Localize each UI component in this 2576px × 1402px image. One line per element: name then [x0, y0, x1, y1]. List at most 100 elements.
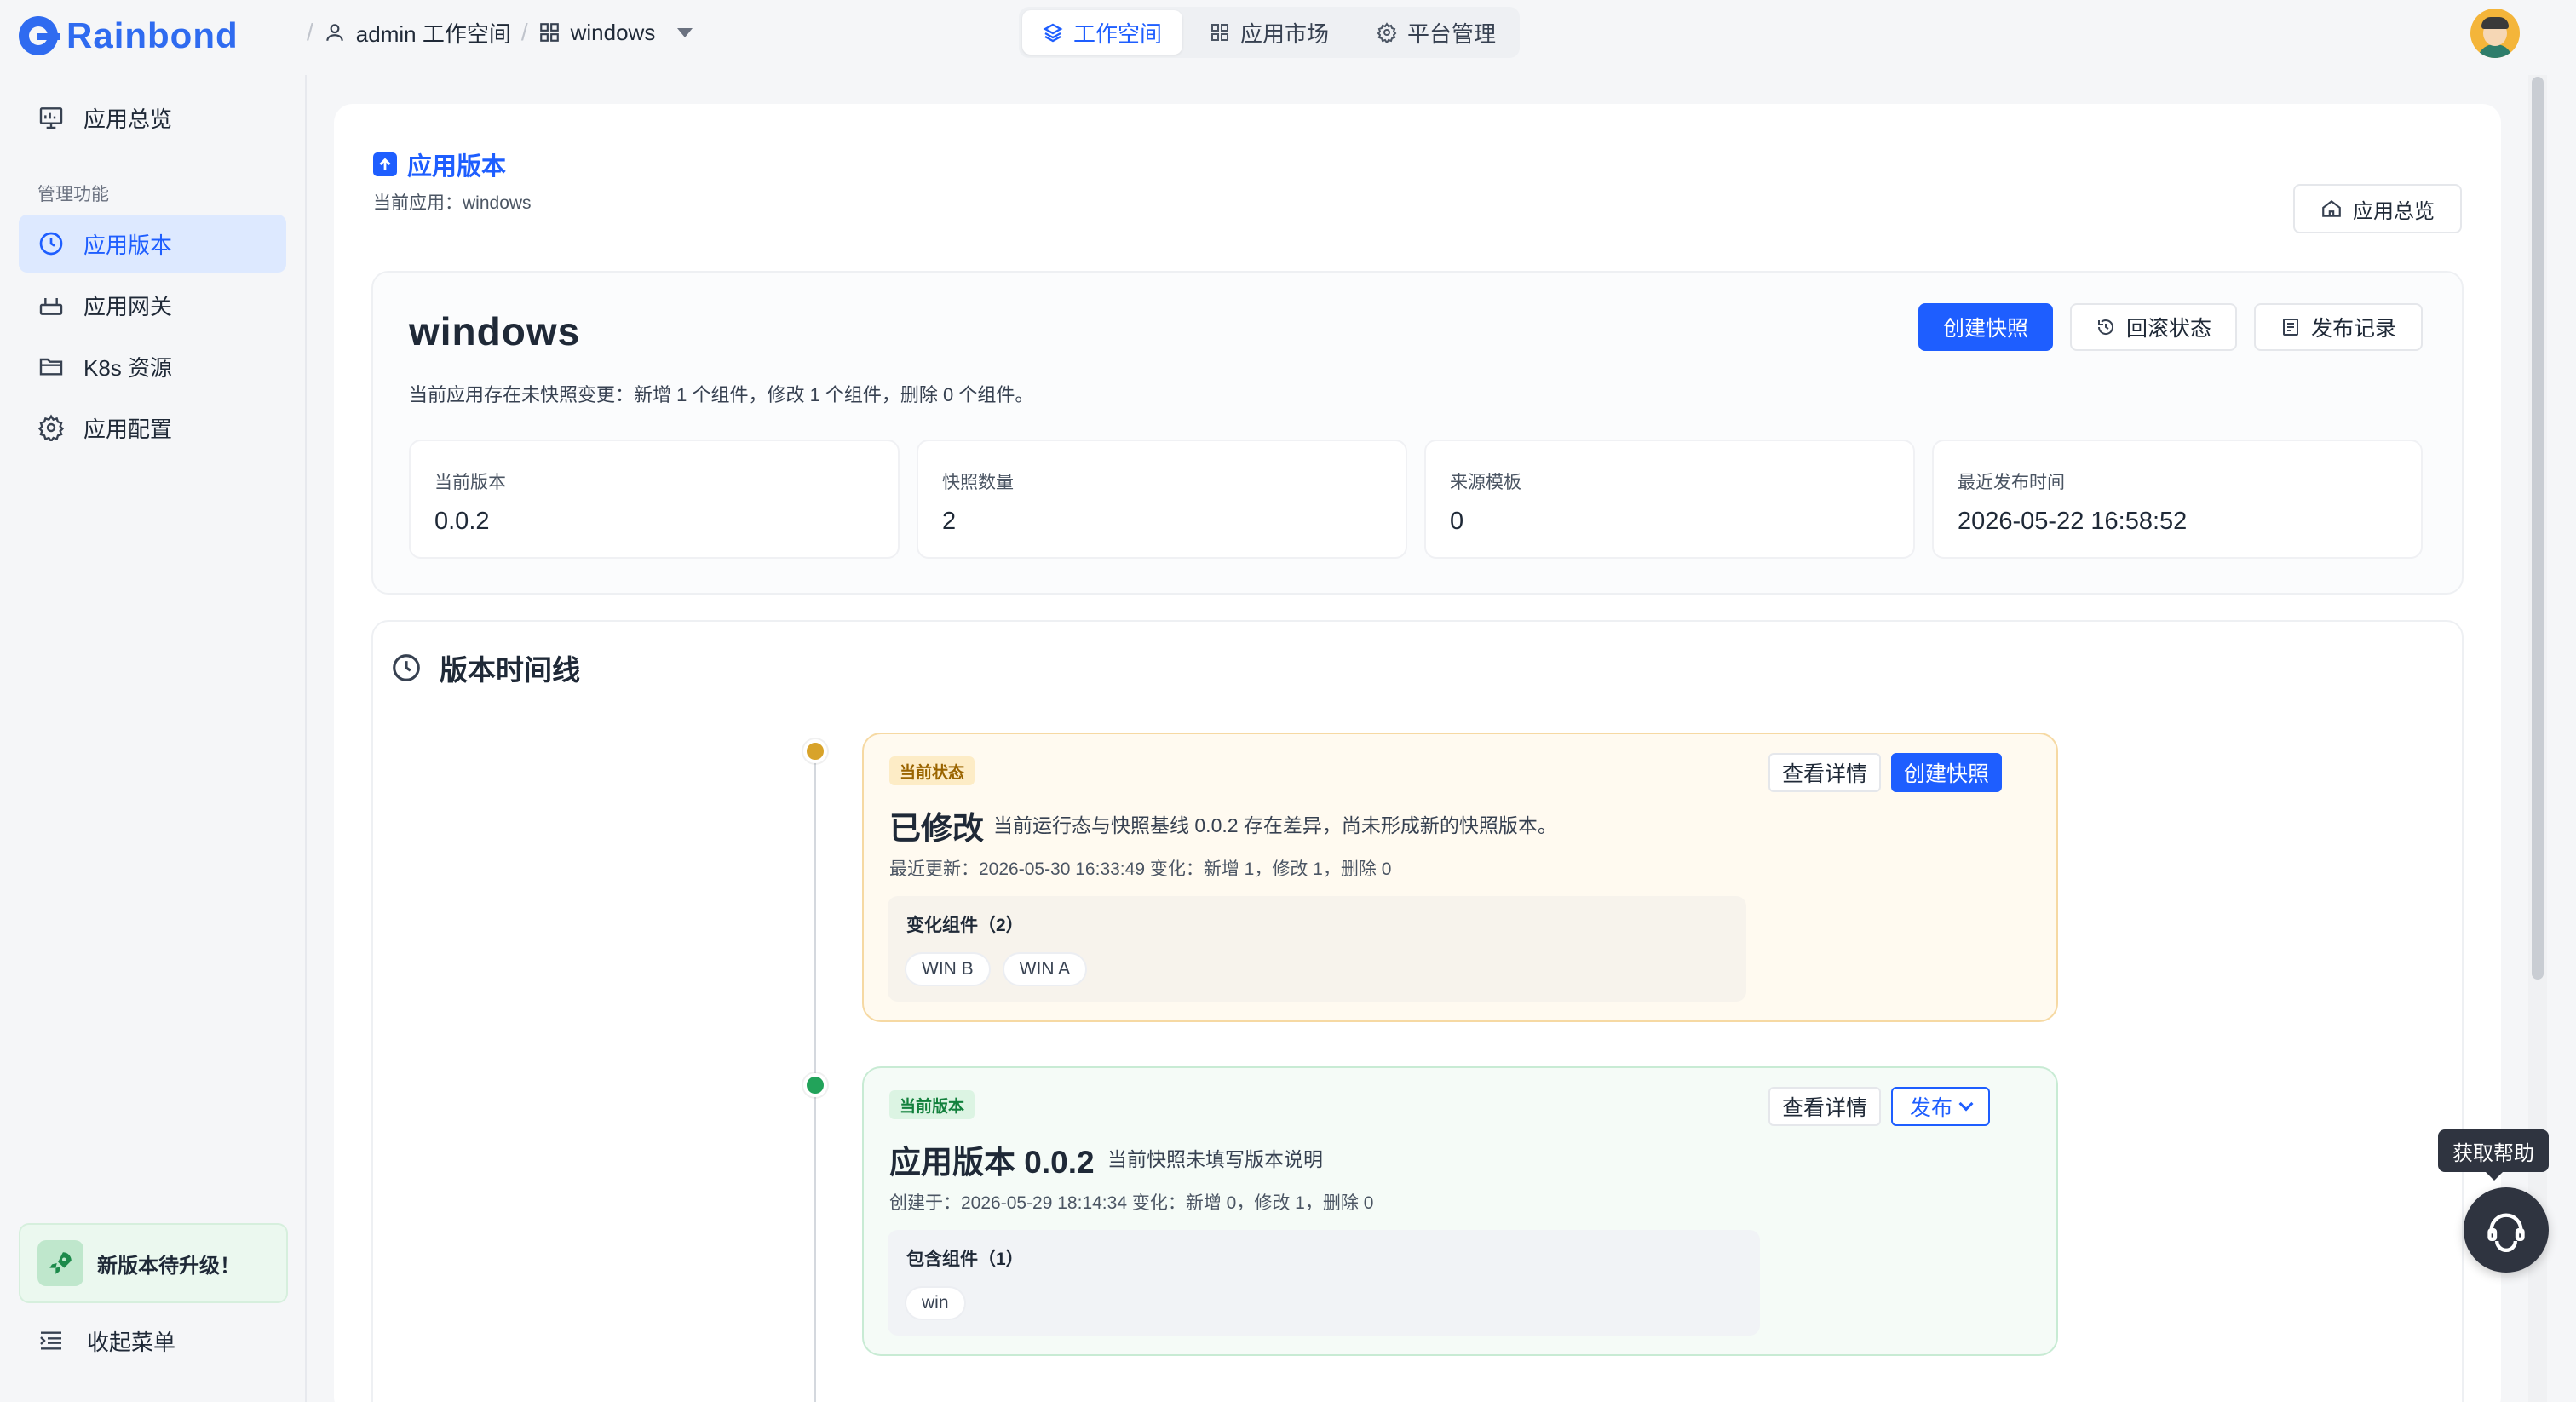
timeline-event-version: 当前版本 应用版本 0.0.2 当前快照未填写版本说明 创建于：2026-05-… — [862, 1066, 2058, 1356]
avatar-body — [2477, 44, 2513, 58]
clock-icon — [393, 654, 420, 681]
breadcrumb-app-label: windows — [570, 19, 656, 45]
create-snapshot-button[interactable]: 创建快照 — [1918, 303, 2053, 351]
breadcrumb-separator: / — [520, 19, 528, 45]
event-title: 应用版本 0.0.2 — [889, 1145, 1095, 1180]
event-note: 当前运行态与快照基线 0.0.2 存在差异，尚未形成新的快照版本。 — [993, 814, 1557, 836]
upgrade-banner[interactable]: 新版本待升级！ — [19, 1223, 288, 1303]
headset-icon — [2487, 1213, 2525, 1252]
stat-label: 最近发布时间 — [1958, 473, 2065, 492]
avatar-hair — [2481, 17, 2509, 29]
stat-label: 快照数量 — [942, 473, 1014, 492]
scrollbar-thumb[interactable] — [2532, 77, 2544, 980]
stat-label: 来源模板 — [1450, 473, 1521, 492]
tab-market-label: 应用市场 — [1240, 20, 1330, 47]
rocket-icon — [37, 1240, 83, 1286]
publish-log-button[interactable]: 发布记录 — [2254, 303, 2423, 351]
component-chips: WIN B WIN A — [905, 952, 1088, 986]
rollback-button[interactable]: 回滚状态 — [2070, 303, 2237, 351]
stat-value: 0 — [1450, 508, 1464, 535]
user-avatar[interactable] — [2470, 9, 2520, 58]
upgrade-label: 新版本待升级！ — [97, 1254, 240, 1278]
brand-logo[interactable]: Rainbond — [19, 12, 239, 60]
grid-icon — [1211, 24, 1229, 41]
view-detail-label: 查看详情 — [1781, 1096, 1867, 1120]
breadcrumb-separator: / — [307, 19, 313, 45]
breadcrumb-team[interactable]: admin 工作空间 — [324, 17, 511, 49]
event-meta: 最近更新：2026-05-30 16:33:49 变化：新增 1，修改 1，删除… — [889, 859, 1392, 879]
tab-workspace[interactable]: 工作空间 — [1022, 10, 1183, 55]
brand-name: Rainbond — [66, 15, 239, 55]
event-note: 当前快照未填写版本说明 — [1107, 1148, 1323, 1170]
component-chips: win — [905, 1286, 966, 1320]
app-overview-button[interactable]: 应用总览 — [2293, 184, 2462, 233]
tab-workspace-label: 工作空间 — [1073, 20, 1163, 47]
breadcrumb-team-label: admin 工作空间 — [355, 20, 511, 47]
status-badge: 当前状态 — [889, 756, 975, 785]
clock-icon — [39, 232, 63, 256]
user-icon — [326, 24, 343, 41]
tab-platform[interactable]: 平台管理 — [1356, 10, 1516, 55]
timeline-dot-modified — [803, 739, 827, 763]
sidebar-item-label: 应用总览 — [83, 106, 173, 132]
event-meta: 创建于：2026-05-29 18:14:34 变化：新增 0，修改 1，删除 … — [889, 1193, 1374, 1213]
stat-card: 快照数量 2 — [917, 440, 1407, 559]
document-icon — [2282, 319, 2298, 336]
included-components-box: 包含组件（1） win — [888, 1230, 1760, 1336]
help-button[interactable] — [2464, 1187, 2549, 1273]
breadcrumb: / admin 工作空间 / windows — [307, 15, 693, 49]
router-icon — [39, 298, 63, 315]
view-detail-button[interactable]: 查看详情 — [1768, 753, 1881, 792]
breadcrumb-app[interactable]: windows — [538, 20, 693, 46]
tab-market[interactable]: 应用市场 — [1189, 10, 1349, 55]
timeline-dot-version — [803, 1073, 827, 1097]
history-icon — [2097, 319, 2113, 335]
sidebar-item-k8s[interactable]: K8s 资源 — [19, 337, 286, 395]
stat-card: 最近发布时间 2026-05-22 16:58:52 — [1932, 440, 2423, 559]
stat-value: 0.0.2 — [434, 508, 490, 535]
stat-value: 2026-05-22 16:58:52 — [1958, 508, 2188, 535]
collapse-menu-button[interactable]: 收起菜单 — [37, 1324, 175, 1358]
help-tooltip: 获取帮助 — [2438, 1129, 2549, 1181]
rollback-label: 回滚状态 — [2125, 317, 2211, 341]
sidebar-item-config[interactable]: 应用配置 — [19, 399, 286, 457]
components-title: 变化组件（2） — [906, 916, 1024, 935]
app-summary-card: windows 当前应用存在未快照变更：新增 1 个组件，修改 1 个组件，删除… — [371, 271, 2464, 595]
sidebar-section-title: 管理功能 — [37, 185, 109, 204]
component-chip[interactable]: win — [905, 1286, 966, 1320]
status-badge: 当前版本 — [889, 1090, 975, 1119]
sidebar-item-label: 应用配置 — [83, 416, 173, 442]
page-title-label: 应用版本 — [407, 153, 507, 181]
page-title: 应用版本 — [373, 147, 506, 182]
sidebar-item-gateway[interactable]: 应用网关 — [19, 276, 286, 334]
stat-card: 当前版本 0.0.2 — [409, 440, 900, 559]
timeline-title-label: 版本时间线 — [440, 654, 580, 686]
collapse-label: 收起菜单 — [87, 1329, 176, 1355]
component-chip[interactable]: WIN A — [1002, 952, 1088, 986]
sidebar-item-label: 应用网关 — [83, 293, 173, 319]
top-navigation: 工作空间 应用市场 平台管理 — [1019, 7, 1521, 58]
sidebar-item-versions[interactable]: 应用版本 — [19, 215, 286, 273]
publish-label: 发布 — [1909, 1096, 1952, 1120]
publish-log-label: 发布记录 — [2310, 317, 2396, 341]
sidebar-item-overview[interactable]: 应用总览 — [19, 89, 286, 147]
upload-icon — [373, 152, 397, 176]
create-snapshot-label: 创建快照 — [1903, 762, 1989, 786]
timeline-event-modified: 当前状态 已修改 当前运行态与快照基线 0.0.2 存在差异，尚未形成新的快照版… — [862, 733, 2058, 1022]
main-content: 应用版本 当前应用：windows 应用总览 windows 当前应用存在未快照… — [334, 104, 2501, 1402]
page-subtitle: 当前应用：windows — [373, 193, 532, 213]
stat-label: 当前版本 — [434, 473, 506, 492]
caret-down-icon[interactable] — [677, 27, 693, 37]
create-snapshot-button[interactable]: 创建快照 — [1891, 753, 2002, 792]
monitor-icon — [39, 107, 63, 129]
app-name: windows — [409, 309, 581, 353]
view-detail-label: 查看详情 — [1781, 762, 1867, 786]
gear-icon — [37, 414, 65, 441]
home-icon — [2322, 199, 2341, 217]
publish-dropdown-button[interactable]: 发布 — [1891, 1087, 1990, 1126]
menu-fold-icon — [40, 1331, 61, 1350]
version-timeline-card: 版本时间线 当前状态 已修改 当前运行态与快照基线 0.0.2 存在差异，尚未形… — [371, 620, 2464, 1402]
top-header: Rainbond / admin 工作空间 / windows 工作空间 应用市… — [0, 0, 2576, 75]
component-chip[interactable]: WIN B — [905, 952, 991, 986]
view-detail-button[interactable]: 查看详情 — [1768, 1087, 1881, 1126]
